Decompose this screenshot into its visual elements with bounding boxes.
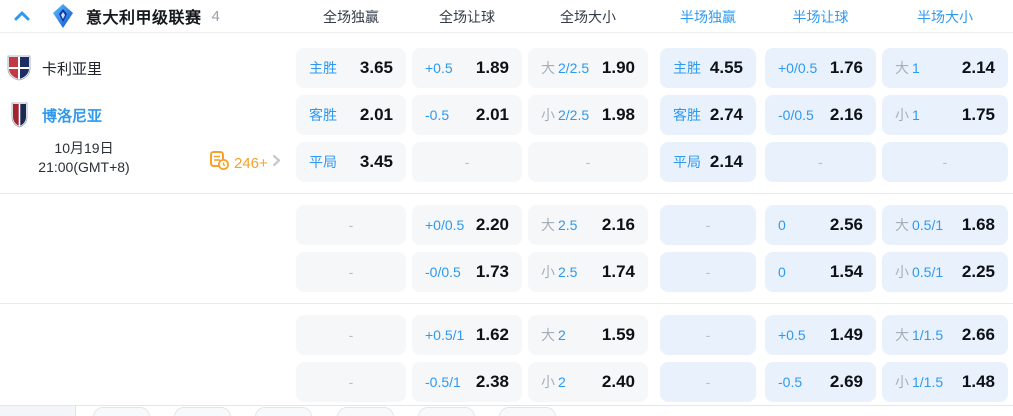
col-header-full-ou: 全场大小 [528,7,648,27]
col-header-half-handicap: 半场让球 [765,7,876,27]
odds-widget: 意大利甲级联赛 4 全场独赢 全场让球 全场大小 半场独赢 半场让球 半场大小 … [0,0,1013,416]
odds-cell-hthdp3-home[interactable]: +0.51.49 [765,315,876,355]
partial-pill-button[interactable] [499,407,556,416]
col-header-full-handicap: 全场让球 [412,7,522,27]
more-markets-link[interactable]: 246+ [210,151,281,175]
odds-row-4: - +0/0.52.20 大2.52.16 - 02.56 大0.5/11.68 [296,205,1008,245]
odds-cell-empty[interactable]: - [765,142,876,182]
next-section-left-block [0,406,76,416]
col-header-full-1x2: 全场独赢 [296,7,406,27]
odds-cell-empty[interactable]: - [296,362,406,402]
match-time: 21:00(GMT+8) [0,158,168,177]
odds-row-1: 主胜3.65 +0.51.89 大2/2.51.90 主胜4.55 +0/0.5… [296,48,1008,88]
odds-cell-htou-under[interactable]: 小11.75 [882,95,1008,135]
odds-row-5: - -0/0.51.73 小2.51.74 - 01.54 小0.5/12.25 [296,252,1008,292]
odds-cell-htou-over[interactable]: 大12.14 [882,48,1008,88]
markets-history-icon [210,151,229,175]
section-divider [0,405,1013,406]
away-team-row: 博洛尼亚 [6,95,102,135]
odds-cell-ftou-under[interactable]: 小2/2.51.98 [528,95,648,135]
bologna-crest-icon [6,102,32,128]
collapse-chevron-up-icon[interactable] [13,7,31,25]
partial-pill-button[interactable] [255,407,312,416]
home-team-name: 卡利亚里 [42,58,102,79]
odds-cell-empty[interactable]: - [296,252,406,292]
odds-cell-empty[interactable]: - [412,142,522,182]
chevron-right-icon [272,154,281,172]
col-header-half-1x2: 半场独赢 [660,7,756,27]
match-date: 10月19日 [0,139,168,158]
odds-cell-empty[interactable]: - [882,142,1008,182]
match-datetime: 10月19日 21:00(GMT+8) [0,139,168,177]
odds-cell-empty[interactable]: - [660,315,756,355]
odds-cell-htou3-under[interactable]: 小1/1.51.48 [882,362,1008,402]
league-title: 意大利甲级联赛 [86,4,202,28]
odds-cell-ftou2-under[interactable]: 小2.51.74 [528,252,648,292]
column-headers: 全场独赢 全场让球 全场大小 半场独赢 半场让球 半场大小 [296,0,1008,33]
odds-cell-fthdp3-home[interactable]: +0.5/11.62 [412,315,522,355]
odds-cell-fthdp-home[interactable]: +0.51.89 [412,48,522,88]
cagliari-crest-icon [6,55,32,81]
more-markets-count: 246+ [234,155,268,172]
odds-cell-empty[interactable]: - [660,362,756,402]
odds-row-2: 客胜2.01 -0.52.01 小2/2.51.98 客胜2.74 -0/0.5… [296,95,1008,135]
odds-cell-hthdp2-home[interactable]: 02.56 [765,205,876,245]
away-team-name: 博洛尼亚 [42,105,102,126]
odds-cell-ht1x2-draw[interactable]: 平局2.14 [660,142,756,182]
odds-cell-fthdp2-away[interactable]: -0/0.51.73 [412,252,522,292]
group-divider [0,193,1013,194]
odds-cell-hthdp-home[interactable]: +0/0.51.76 [765,48,876,88]
odds-cell-hthdp3-away[interactable]: -0.52.69 [765,362,876,402]
odds-cell-ftou-over[interactable]: 大2/2.51.90 [528,48,648,88]
match-info-panel: 卡利亚里 博洛尼亚 10月19日 21:00(GMT+8) [0,33,292,405]
odds-cell-fthdp-away[interactable]: -0.52.01 [412,95,522,135]
partial-pill-button[interactable] [93,407,150,416]
odds-cell-htou2-over[interactable]: 大0.5/11.68 [882,205,1008,245]
odds-cell-empty[interactable]: - [660,252,756,292]
odds-cell-empty[interactable]: - [528,142,648,182]
group-divider [0,303,1013,304]
odds-cell-fthdp3-away[interactable]: -0.5/12.38 [412,362,522,402]
partial-pill-button[interactable] [174,407,231,416]
odds-cell-ft1x2-home[interactable]: 主胜3.65 [296,48,406,88]
partial-pill-button[interactable] [418,407,475,416]
odds-cell-empty[interactable]: - [296,205,406,245]
odds-row-7: - -0.5/12.38 小22.40 - -0.52.69 小1/1.51.4… [296,362,1008,402]
odds-cell-ftou3-over[interactable]: 大21.59 [528,315,648,355]
odds-row-6: - +0.5/11.62 大21.59 - +0.51.49 大1/1.52.6… [296,315,1008,355]
serie-a-logo-icon [52,4,74,28]
odds-grid: 主胜3.65 +0.51.89 大2/2.51.90 主胜4.55 +0/0.5… [296,33,1013,405]
odds-row-3: 平局3.45 - - 平局2.14 - - [296,142,1008,182]
odds-cell-hthdp-away[interactable]: -0/0.52.16 [765,95,876,135]
odds-cell-ftou2-over[interactable]: 大2.52.16 [528,205,648,245]
odds-cell-htou3-over[interactable]: 大1/1.52.66 [882,315,1008,355]
odds-cell-empty[interactable]: - [296,315,406,355]
match-count: 4 [212,8,220,25]
partial-pill-button[interactable] [337,407,394,416]
home-team-row: 卡利亚里 [6,48,102,88]
odds-cell-empty[interactable]: - [660,205,756,245]
odds-cell-ht1x2-home[interactable]: 主胜4.55 [660,48,756,88]
odds-cell-hthdp2-away[interactable]: 01.54 [765,252,876,292]
odds-cell-ft1x2-draw[interactable]: 平局3.45 [296,142,406,182]
odds-cell-ft1x2-away[interactable]: 客胜2.01 [296,95,406,135]
odds-cell-ht1x2-away[interactable]: 客胜2.74 [660,95,756,135]
odds-cell-fthdp2-home[interactable]: +0/0.52.20 [412,205,522,245]
col-header-half-ou: 半场大小 [882,7,1008,27]
odds-cell-htou2-under[interactable]: 小0.5/12.25 [882,252,1008,292]
odds-cell-ftou3-under[interactable]: 小22.40 [528,362,648,402]
